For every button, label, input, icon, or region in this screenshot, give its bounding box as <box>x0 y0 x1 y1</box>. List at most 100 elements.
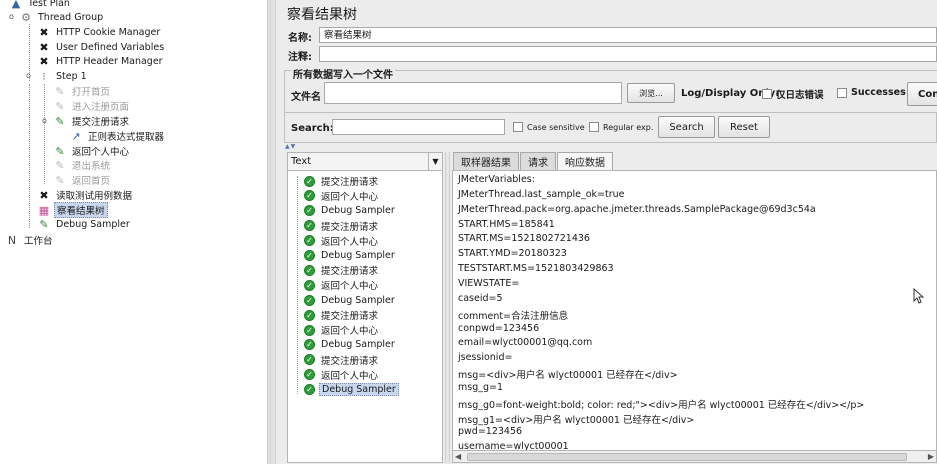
result-item[interactable]: ✓ 返回个人中心 <box>304 278 380 292</box>
tab-response-data[interactable]: 响应数据 <box>557 152 613 170</box>
response-line: msg=<div>用户名 wlyct00001 已经存在</div> <box>458 370 678 382</box>
collapse-icon[interactable]: ο <box>26 71 31 80</box>
successes-checkbox[interactable]: Successes <box>837 87 906 98</box>
result-item[interactable]: ✓ 返回个人中心 <box>304 323 380 337</box>
result-item[interactable]: ✓ 返回个人中心 <box>304 189 380 203</box>
scroll-left-icon[interactable]: ◀ <box>455 452 461 461</box>
response-line: JMeterThread.pack=org.apache.jmeter.thre… <box>458 203 816 215</box>
reset-button[interactable]: Reset <box>718 116 770 138</box>
response-line: msg_g1=<div>用户名 wlyct00001 已经存在</div> <box>458 414 695 426</box>
tree-item-return-home[interactable]: ✎ 返回首页 <box>54 173 112 188</box>
checkbox-box[interactable] <box>837 87 847 98</box>
pencil-icon: ✎ <box>55 99 65 113</box>
response-line: email=wlyct00001@qq.com <box>458 337 593 349</box>
search-label: Search: <box>291 123 334 134</box>
response-line: TESTSTART.MS=1521803429863 <box>458 263 614 275</box>
horizontal-scrollbar[interactable]: ◀ ▶ <box>452 450 937 463</box>
view-results-tree-panel: 察看结果树 名称: 察看结果树 注释: 所有数据写入一个文件 文件名 浏览...… <box>277 0 937 464</box>
results-splitter[interactable] <box>445 152 450 463</box>
search-input[interactable] <box>332 119 505 135</box>
regular-exp-checkbox[interactable]: Regular exp. <box>589 122 653 132</box>
tree-item-header-manager[interactable]: ✖ HTTP Header Manager <box>38 54 165 68</box>
tree-item-user-defined-variables[interactable]: ✖ User Defined Variables <box>38 40 166 54</box>
case-sensitive-checkbox[interactable]: Case sensitive <box>513 122 585 132</box>
checkbox-box[interactable] <box>589 122 599 132</box>
tree-item-open-home[interactable]: ✎ 打开首页 <box>54 84 112 99</box>
success-icon: ✓ <box>304 220 315 232</box>
response-line: VIEWSTATE= <box>458 277 520 289</box>
tab-sampler-result[interactable]: 取样器结果 <box>453 152 519 170</box>
pencil-icon: ✎ <box>55 84 65 98</box>
result-item[interactable]: ✓ 提交注册请求 <box>304 174 380 188</box>
scroll-thumb[interactable] <box>467 453 907 461</box>
tree-item-submit-register[interactable]: ο ✎ 提交注册请求 <box>42 114 131 129</box>
response-line: comment=合法注册信息 <box>458 310 569 322</box>
tree-item-regex-extractor[interactable]: ↗ 正则表达式提取器 <box>70 129 166 144</box>
result-item[interactable]: ✓ 提交注册请求 <box>304 219 380 233</box>
success-icon: ✓ <box>304 250 315 261</box>
result-item[interactable]: ✓ Debug Sampler <box>304 249 397 263</box>
errors-only-checkbox[interactable]: 仅日志错误 <box>762 87 824 101</box>
success-icon: ✓ <box>304 384 315 396</box>
pencil-icon: ✎ <box>39 217 49 231</box>
collapse-icon[interactable]: ο <box>42 116 47 125</box>
chevron-down-icon[interactable]: ▼ <box>428 153 442 170</box>
tree-item-thread-group[interactable]: ο ⚙ Thread Group <box>9 10 105 24</box>
response-line: jsessionid= <box>458 352 513 364</box>
tree-item-view-results-tree[interactable]: ▦ 察看结果树 <box>38 202 108 218</box>
tree-item-cookie-manager[interactable]: ✖ HTTP Cookie Manager <box>38 25 162 39</box>
tree-item-logout[interactable]: ✎ 退出系统 <box>54 158 112 173</box>
response-line: START.HMS=185841 <box>458 218 555 230</box>
result-item[interactable]: ✓ Debug Sampler <box>304 383 399 397</box>
collapse-arrows-icon[interactable]: ▲▼ <box>285 143 296 150</box>
file-section-label: 所有数据写入一个文件 <box>291 66 395 81</box>
success-icon: ✓ <box>304 235 315 247</box>
result-item[interactable]: ✓ 提交注册请求 <box>304 263 380 277</box>
configure-button[interactable]: Con <box>907 82 937 106</box>
result-item[interactable]: ✓ 返回个人中心 <box>304 234 380 248</box>
comment-label: 注释: <box>288 52 312 63</box>
response-text-area[interactable]: JMeterVariables: JMeterThread.last_sample… <box>452 170 937 451</box>
tab-request[interactable]: 请求 <box>520 152 556 170</box>
results-list: Text ▼ ✓ 提交注册请求 ✓ 返回个人中心 ✓ Debug Sampler ✓ 提交注册… <box>287 152 443 463</box>
success-icon: ✓ <box>304 294 315 306</box>
filename-field[interactable] <box>324 82 622 104</box>
tree-item-enter-register[interactable]: ✎ 进入注册页面 <box>54 99 131 114</box>
result-item[interactable]: ✓ Debug Sampler <box>304 293 397 307</box>
chart-icon: ▦ <box>38 203 50 217</box>
checkbox-box[interactable] <box>762 89 772 99</box>
checkbox-box[interactable] <box>513 122 523 132</box>
scroll-right-icon[interactable]: ▶ <box>928 452 934 461</box>
tree-item-step-1[interactable]: ο ⁝ Step 1 <box>26 69 89 83</box>
result-item[interactable]: ✓ Debug Sampler <box>304 338 397 352</box>
tree-item-return-center[interactable]: ✎ 返回个人中心 <box>54 144 131 159</box>
success-icon: ✓ <box>304 309 315 321</box>
tree-item-workbench[interactable]: N 工作台 <box>6 233 55 248</box>
workbench-icon: N <box>7 233 17 247</box>
filename-label: 文件名 <box>291 92 321 103</box>
pencil-icon: ✎ <box>55 114 65 128</box>
tree-item-read-test-data[interactable]: ✖ 读取测试用例数据 <box>38 188 134 203</box>
success-icon: ✓ <box>304 175 315 187</box>
browse-button[interactable]: 浏览... <box>627 83 675 103</box>
result-item[interactable]: ✓ 提交注册请求 <box>304 353 380 367</box>
search-button[interactable]: Search <box>658 116 715 138</box>
collapse-icon[interactable]: ο <box>9 12 14 21</box>
response-line: pwd=123456 <box>458 426 523 438</box>
success-icon: ✓ <box>304 369 315 381</box>
result-item[interactable]: ✓ Debug Sampler <box>304 204 397 218</box>
success-icon: ✓ <box>304 264 315 276</box>
comment-field[interactable] <box>319 46 937 62</box>
pencil-icon: ✎ <box>55 158 65 172</box>
success-icon: ✓ <box>304 205 315 217</box>
splitter[interactable] <box>268 0 276 464</box>
renderer-select[interactable]: Text ▼ <box>288 153 442 171</box>
tree-item-test-plan[interactable]: ▲ Test Plan <box>10 0 72 10</box>
name-field[interactable]: 察看结果树 <box>319 27 937 43</box>
response-line: msg_g0=font-weight:bold; color: red;"><d… <box>458 399 865 411</box>
response-line: caseid=5 <box>458 292 503 304</box>
result-item[interactable]: ✓ 提交注册请求 <box>304 308 380 322</box>
tree-item-debug-sampler[interactable]: ✎ Debug Sampler <box>38 217 132 231</box>
response-line: START.MS=1521802721436 <box>458 233 590 245</box>
result-item[interactable]: ✓ 返回个人中心 <box>304 368 380 382</box>
